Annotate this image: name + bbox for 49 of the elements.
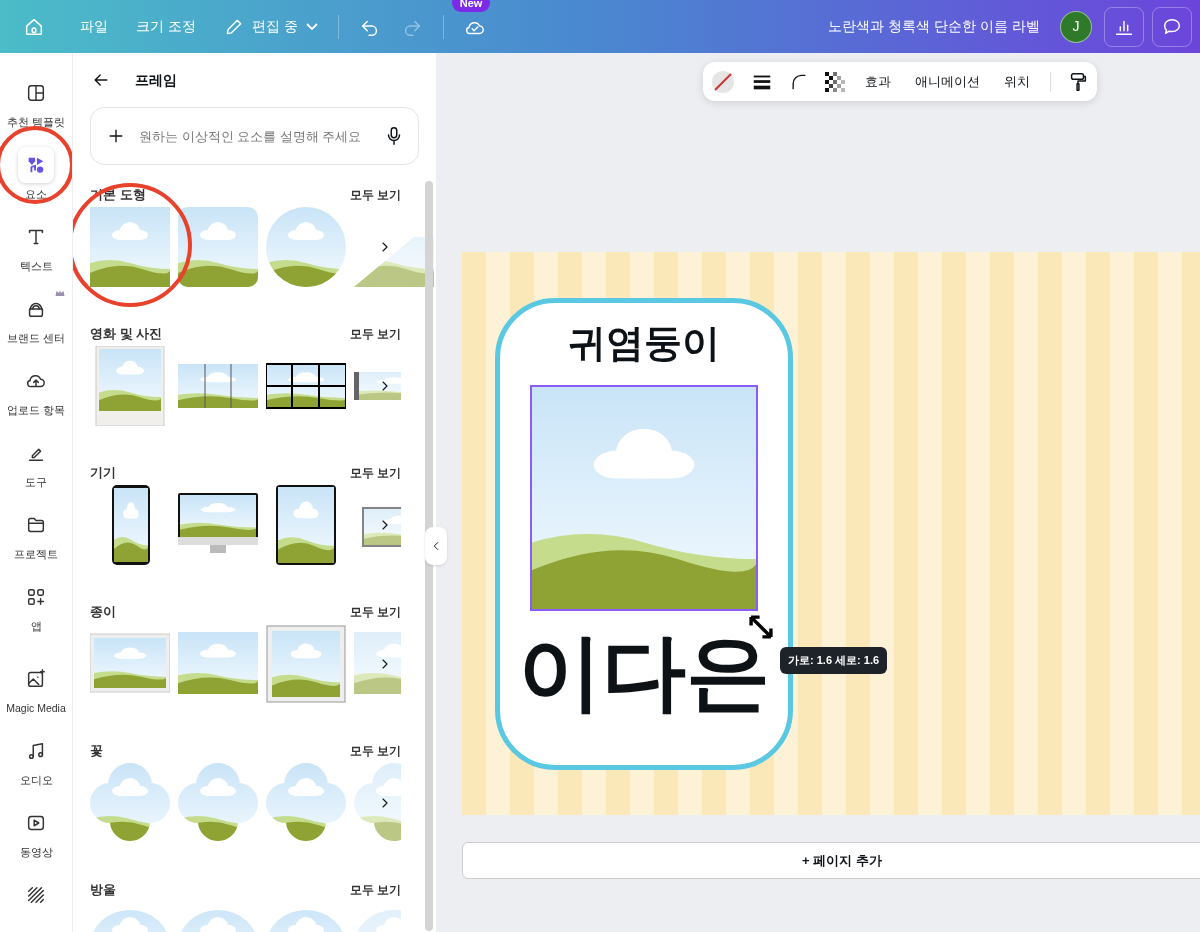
transparency-button[interactable]: [825, 71, 845, 92]
scrollbar[interactable]: [425, 181, 433, 931]
user-avatar[interactable]: J: [1060, 10, 1092, 43]
sidebar-item[interactable]: 동영상: [0, 799, 72, 869]
checkerboard-icon: [825, 71, 845, 92]
image-sparkle-icon: [25, 668, 47, 690]
sidebar-item[interactable]: 프로젝트: [0, 501, 72, 571]
chevron-down-icon: [305, 22, 318, 31]
label-title[interactable]: 귀염둥이: [568, 319, 720, 367]
section-title: 방울: [90, 881, 116, 900]
section-title: 꽃: [90, 742, 103, 761]
image-frame[interactable]: [530, 385, 758, 611]
see-all-link[interactable]: 모두 보기: [349, 742, 401, 760]
size-tooltip: 가로: 1.6 세로: 1.6: [780, 647, 888, 674]
toolbar-button[interactable]: 위치: [1000, 71, 1034, 92]
frame-thumbnail[interactable]: [90, 207, 170, 287]
toolbar-button[interactable]: 애니메이션: [911, 71, 984, 92]
sidebar-item[interactable]: 텍스트: [0, 213, 72, 283]
frame-thumbnail[interactable]: [266, 624, 346, 704]
sidebar-item[interactable]: 업로드 항목: [0, 357, 72, 427]
panel-title: 프레임: [135, 70, 177, 90]
no-color-icon: [711, 69, 735, 94]
search-field[interactable]: 원하는 이상적인 요소를 설명해 주세요: [90, 107, 419, 165]
chart-button[interactable]: [1104, 6, 1144, 47]
toolbar-button[interactable]: 효과: [861, 71, 895, 92]
sidebar-item[interactable]: 요소: [0, 141, 72, 211]
sidebar-item[interactable]: 추천 템플릿: [0, 69, 72, 139]
add-page-button[interactable]: + 페이지 추가: [462, 842, 1200, 879]
apps-icon: [25, 586, 47, 608]
see-all-link[interactable]: 모두 보기: [349, 603, 401, 621]
label-name[interactable]: 이다은: [518, 617, 770, 727]
sidebar-item[interactable]: Magic Media: [0, 655, 72, 725]
collapse-panel-button[interactable]: [425, 527, 447, 565]
color-none-button[interactable]: [711, 69, 735, 94]
sidebar-item[interactable]: 브랜드 센터: [0, 285, 72, 355]
layout-icon: [25, 82, 47, 104]
see-all-link[interactable]: 모두 보기: [349, 325, 401, 343]
sidebar-item[interactable]: 도구: [0, 429, 72, 499]
document-title[interactable]: 노란색과 청록색 단순한 이름 라벨: [828, 16, 1040, 37]
section-title: 종이: [90, 603, 116, 622]
section-title: 기기: [90, 464, 116, 483]
sidebar-item[interactable]: 오디오: [0, 727, 72, 797]
see-all-link[interactable]: 모두 보기: [349, 186, 401, 204]
see-all-link[interactable]: 모두 보기: [349, 881, 401, 899]
see-all-link[interactable]: 모두 보기: [349, 464, 401, 482]
section-title: 영화 및 사진: [90, 325, 163, 344]
comment-button[interactable]: [1152, 6, 1192, 47]
frame-thumbnail[interactable]: [178, 207, 258, 287]
sidebar-item[interactable]: 앱: [0, 573, 72, 643]
